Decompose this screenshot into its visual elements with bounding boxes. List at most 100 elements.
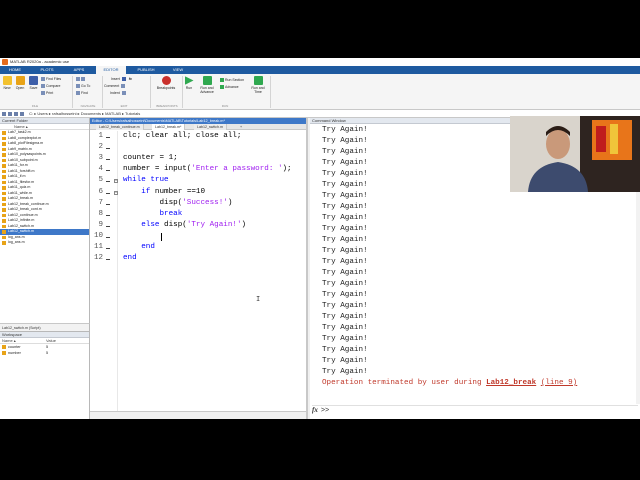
back-forward-buttons[interactable] [76, 76, 86, 82]
output-line: Try Again! [322, 203, 368, 211]
save-button[interactable]: Save [28, 76, 39, 90]
file-name: Lab12_break_cont.m [8, 207, 42, 211]
error-function-link[interactable]: Lab12_break [486, 379, 536, 387]
editor-tab-active[interactable]: Lab12_break.m* [152, 124, 186, 130]
back-icon[interactable] [2, 112, 6, 116]
print-button[interactable]: Print [41, 90, 53, 96]
line-marker[interactable] [106, 248, 110, 249]
browse-icon[interactable] [20, 112, 24, 116]
find-button[interactable]: Find [76, 90, 88, 96]
run-button[interactable]: Run [184, 76, 194, 90]
line-marker[interactable] [106, 170, 110, 172]
file-name: Lab12_continue.m [8, 212, 38, 217]
file-name: Lab12_switch.m [8, 229, 34, 233]
error-message: Operation terminated by user during Lab1… [322, 379, 577, 387]
code-line[interactable]: while true [123, 176, 169, 184]
matlab-file-icon [2, 136, 6, 140]
current-path[interactable]: C: ▸ Users ▸ rafsalhosseini ▸ Documents … [29, 111, 140, 116]
run-and-advance-button[interactable]: Run and Advance [198, 76, 216, 94]
workspace-row[interactable]: number 5 [0, 350, 89, 356]
output-line: Try Again! [322, 225, 368, 233]
comment-button[interactable]: Comment [104, 83, 126, 89]
run-and-time-button[interactable]: Run and Time [250, 76, 266, 94]
output-line: Try Again! [322, 302, 368, 310]
fx-icon: fx [128, 77, 132, 81]
new-button[interactable]: New [2, 76, 12, 90]
code-line[interactable]: end [123, 254, 137, 262]
output-line: Try Again! [322, 357, 368, 365]
matlab-file-icon [2, 197, 6, 201]
output-line: Try Again! [322, 181, 368, 189]
tab-publish[interactable]: PUBLISH [131, 66, 161, 74]
command-prompt[interactable]: fx >> [312, 405, 638, 415]
webcam-overlay [510, 116, 640, 192]
code-line[interactable]: else disp('Try Again!') [123, 221, 246, 229]
line-marker[interactable] [106, 181, 110, 183]
output-line: Try Again! [322, 236, 368, 244]
presenter-video-icon [510, 116, 640, 192]
code-line[interactable]: break [123, 210, 182, 218]
line-marker[interactable] [106, 137, 110, 138]
advance-icon [220, 85, 224, 89]
output-line: Try Again! [322, 291, 368, 299]
line-number: 8 [98, 209, 103, 218]
code-line[interactable]: end [123, 243, 155, 251]
compare-button[interactable]: Compare [41, 83, 60, 89]
code-line[interactable]: number = input('Enter a password: '); [123, 165, 292, 173]
find-files-button[interactable]: Find Files [41, 76, 61, 82]
matlab-file-icon [2, 180, 6, 184]
code-line[interactable]: if number ==10 [123, 188, 205, 196]
variable-icon [2, 351, 6, 355]
line-marker[interactable] [106, 203, 110, 205]
editor-tab[interactable]: Lab12_switch.m [194, 124, 227, 130]
matlab-file-icon [2, 213, 6, 217]
fold-toggle-icon[interactable]: − [114, 179, 118, 184]
editor-tab[interactable]: Lab12_break_continue.m [96, 124, 144, 130]
code-line[interactable]: disp('Success!') [123, 199, 232, 207]
go-to-button[interactable]: Go To [76, 83, 90, 89]
tab-view[interactable]: VIEW [166, 66, 190, 74]
indent-button[interactable]: Indent [110, 90, 127, 96]
printer-icon [41, 91, 45, 95]
file-name: Lab11_for.m [8, 163, 28, 167]
variable-name: number [8, 351, 21, 355]
matlab-file-icon [2, 147, 6, 151]
line-marker[interactable] [106, 225, 110, 227]
fx-icon[interactable]: fx [312, 406, 318, 414]
current-folder-panel: Current Folder Name ▴ Lab7_task2.m Lab8_c… [0, 118, 90, 323]
new-tab-button[interactable]: + [237, 124, 245, 130]
line-marker[interactable] [106, 259, 110, 261]
code-line[interactable]: clc; clear all; close all; [123, 132, 241, 140]
open-button[interactable]: Open [14, 76, 26, 90]
file-name: Lab11_while.m [8, 190, 32, 195]
variable-value: 5 [46, 351, 49, 355]
code-area[interactable]: 1 2 3 4 5−6−7 8 9 10 11 12 clc; clear all; close … [90, 131, 306, 411]
insert-button[interactable]: Insert fx [111, 76, 132, 82]
up-folder-icon[interactable] [14, 112, 18, 116]
file-list-item[interactable]: log_ans.m [0, 240, 89, 246]
line-number: 3 [98, 154, 103, 163]
forward-icon[interactable] [8, 112, 12, 116]
file-name: Lab11_forshift.m [8, 168, 35, 173]
line-marker[interactable] [106, 148, 110, 150]
line-marker[interactable] [106, 214, 110, 216]
breakpoints-button[interactable]: Breakpoints [154, 76, 178, 90]
matlab-logo-icon [2, 59, 8, 65]
line-number: 10 [93, 231, 103, 240]
tab-home[interactable]: HOME [3, 66, 27, 74]
line-marker[interactable] [106, 192, 110, 194]
tab-plots[interactable]: PLOTS [35, 66, 59, 74]
error-line-link[interactable]: (line 9) [541, 379, 577, 387]
fold-toggle-icon[interactable]: − [114, 190, 118, 195]
line-marker[interactable] [106, 236, 110, 238]
tab-apps[interactable]: APPS [67, 66, 91, 74]
output-line: Try Again! [322, 346, 368, 354]
line-marker[interactable] [106, 159, 110, 161]
advance-button[interactable]: Advance [220, 84, 239, 90]
file-name: Lab11_if.m [8, 174, 26, 178]
run-section-button[interactable]: Run Section [220, 77, 244, 83]
code-line[interactable]: counter = 1; [123, 154, 178, 162]
line-number: 6 [98, 187, 103, 196]
tab-editor[interactable]: EDITOR [96, 66, 126, 74]
matlab-file-icon [2, 169, 6, 173]
